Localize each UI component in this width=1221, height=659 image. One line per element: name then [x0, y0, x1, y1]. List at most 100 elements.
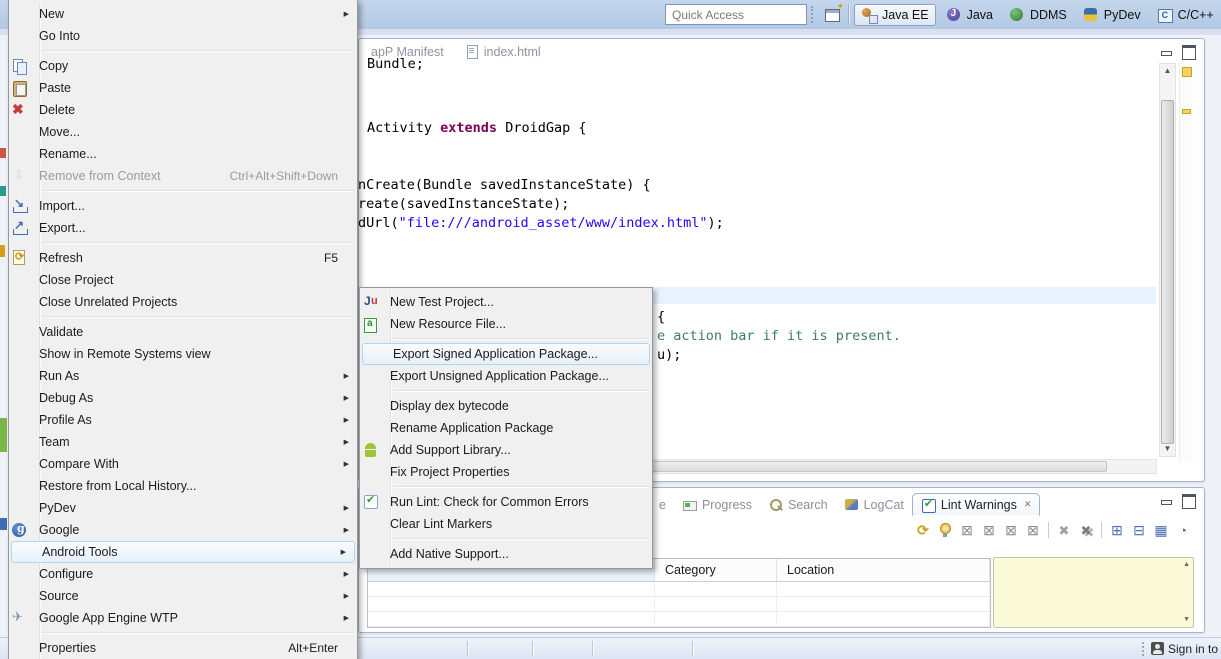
context-menu-item-source[interactable]: Source ▶ — [9, 585, 357, 607]
vertical-scrollbar[interactable]: ▲ ▼ — [1159, 63, 1176, 457]
perspective-java[interactable]: Java — [940, 4, 999, 26]
google-signin-icon[interactable] — [1151, 642, 1164, 655]
ignore-check-icon[interactable] — [956, 519, 978, 541]
submenu-arrow-icon: ▶ — [343, 417, 349, 424]
table-cell — [368, 597, 655, 611]
context-menu-item-debug-as[interactable]: Debug As ▶ — [9, 387, 357, 409]
context-menu-item-android-tools[interactable]: Android Tools ▶ — [11, 541, 355, 563]
submenu-separator — [393, 486, 649, 488]
annotation-marker[interactable] — [1182, 109, 1191, 114]
submenu-item-new-test-project[interactable]: New Test Project... — [360, 291, 652, 313]
quick-fix-icon[interactable] — [934, 519, 956, 541]
open-perspective-icon[interactable] — [824, 1, 844, 23]
remove-marker-icon[interactable] — [1053, 519, 1075, 541]
context-menu-item-properties[interactable]: Properties Alt+Enter — [9, 637, 357, 659]
scroll-down-icon[interactable]: ▼ — [1160, 442, 1175, 456]
options-icon[interactable] — [1172, 519, 1194, 541]
context-menu-item-go-into[interactable]: Go Into — [9, 25, 357, 47]
submenu-item-new-resource-file[interactable]: New Resource File... — [360, 313, 652, 335]
signin-link[interactable]: Sign in to Goog — [1168, 642, 1221, 656]
submenu-item-add-native-support[interactable]: Add Native Support... — [360, 543, 652, 565]
context-menu-item-validate[interactable]: Validate — [9, 321, 357, 343]
context-menu-item-new[interactable]: New ▶ — [9, 3, 357, 25]
blank-icon — [10, 455, 30, 473]
ignore-file-icon[interactable] — [978, 519, 1000, 541]
editor-tab-index-html[interactable]: index.html — [454, 41, 551, 63]
submenu-item-run-lint-check-for-common-errors[interactable]: Run Lint: Check for Common Errors — [360, 491, 652, 513]
blank-icon — [10, 639, 30, 657]
context-menu-item-import[interactable]: Import... — [9, 195, 357, 217]
context-menu-item-delete[interactable]: Delete — [9, 99, 357, 121]
context-menu-item-team[interactable]: Team ▶ — [9, 431, 357, 453]
table-row[interactable] — [368, 612, 990, 627]
submenu-arrow-icon: ▶ — [343, 571, 349, 578]
refresh-lint-icon[interactable] — [912, 519, 934, 541]
table-row[interactable] — [368, 597, 990, 612]
bottom-tab-progress[interactable]: Progress — [674, 493, 760, 516]
maximize-icon[interactable] — [1180, 492, 1196, 509]
perspective-java-ee[interactable]: Java EE — [854, 4, 936, 26]
close-icon[interactable]: ✕ — [1024, 499, 1032, 510]
maximize-icon[interactable] — [1180, 43, 1196, 60]
code-segment: nCreate(Bundle savedInstanceState) { — [358, 177, 651, 193]
ignore-folder-icon[interactable] — [1000, 519, 1022, 541]
submenu-item-export-unsigned-application-package[interactable]: Export Unsigned Application Package... — [360, 365, 652, 387]
submenu-item-rename-application-package[interactable]: Rename Application Package — [360, 417, 652, 439]
context-menu-item-google-app-engine-wtp[interactable]: Google App Engine WTP ▶ — [9, 607, 357, 629]
context-menu-item-configure[interactable]: Configure ▶ — [9, 563, 357, 585]
table-row[interactable] — [368, 582, 990, 597]
bottom-tab-search[interactable]: Search — [760, 493, 836, 516]
submenu-item-fix-project-properties[interactable]: Fix Project Properties — [360, 461, 652, 483]
context-menu-item-label: Google — [39, 523, 80, 537]
toolbar-separator — [1048, 522, 1049, 538]
bottom-tab-lint-warnings[interactable]: Lint Warnings ✕ — [911, 493, 1041, 516]
lint-table-body — [368, 582, 990, 627]
submenu-item-display-dex-bytecode[interactable]: Display dex bytecode — [360, 395, 652, 417]
context-menu-item-remove-from-context[interactable]: Remove from Context Ctrl+Alt+Shift+Down — [9, 165, 357, 187]
perspective-pydev[interactable]: PyDev — [1077, 4, 1147, 26]
context-menu-item-run-as[interactable]: Run As ▶ — [9, 365, 357, 387]
collapse-all-icon[interactable] — [1128, 519, 1150, 541]
submenu-item-add-support-library[interactable]: Add Support Library... — [360, 439, 652, 461]
minimize-icon[interactable] — [1158, 43, 1174, 58]
quick-access-input[interactable] — [665, 4, 807, 25]
context-menu-item-copy[interactable]: Copy — [9, 55, 357, 77]
context-menu-item-move[interactable]: Move... — [9, 121, 357, 143]
column-header-category[interactable]: Category — [655, 559, 777, 582]
context-menu-item-show-in-remote-systems-view[interactable]: Show in Remote Systems view — [9, 343, 357, 365]
column-header-location[interactable]: Location — [777, 559, 990, 582]
minimize-icon[interactable] — [1158, 492, 1174, 507]
context-menu-item-profile-as[interactable]: Profile As ▶ — [9, 409, 357, 431]
context-menu-item-pydev[interactable]: PyDev ▶ — [9, 497, 357, 519]
submenu-item-clear-lint-markers[interactable]: Clear Lint Markers — [360, 513, 652, 535]
context-menu-item-paste[interactable]: Paste — [9, 77, 357, 99]
context-menu-separator — [42, 632, 354, 634]
scrollbar-thumb[interactable] — [1161, 100, 1174, 444]
scroll-down-icon[interactable]: ▼ — [1183, 616, 1190, 624]
context-menu-item-close-unrelated-projects[interactable]: Close Unrelated Projects — [9, 291, 357, 313]
columns-icon[interactable] — [1150, 519, 1172, 541]
context-menu-item-export[interactable]: Export... — [9, 217, 357, 239]
context-menu-item-google[interactable]: Google ▶ — [9, 519, 357, 541]
annotation-marker[interactable] — [1182, 67, 1192, 77]
scroll-up-icon[interactable]: ▲ — [1183, 561, 1190, 569]
context-menu-item-refresh[interactable]: Refresh F5 — [9, 247, 357, 269]
context-menu-item-rename[interactable]: Rename... — [9, 143, 357, 165]
submenu-separator — [393, 538, 649, 540]
lint-detail-textarea[interactable]: ▲ ▼ — [993, 557, 1194, 628]
code-segment: Activity — [367, 120, 441, 136]
expand-all-icon[interactable] — [1106, 519, 1128, 541]
context-menu-item-restore-from-local-history[interactable]: Restore from Local History... — [9, 475, 357, 497]
overview-ruler[interactable] — [1179, 63, 1193, 461]
submenu-item-export-signed-application-package[interactable]: Export Signed Application Package... — [362, 343, 650, 365]
context-menu-item-close-project[interactable]: Close Project — [9, 269, 357, 291]
blank-icon — [10, 565, 30, 583]
context-menu-item-compare-with[interactable]: Compare With ▶ — [9, 453, 357, 475]
bottom-tab-logcat[interactable]: LogCat — [836, 493, 912, 516]
perspective-ddms[interactable]: DDMS — [1003, 4, 1073, 26]
remove-all-markers-icon[interactable] — [1075, 519, 1097, 541]
perspective-c-c[interactable]: C/C++ — [1151, 4, 1220, 26]
scroll-up-icon[interactable]: ▲ — [1160, 64, 1175, 78]
bottom-tab-e[interactable]: e — [651, 493, 674, 516]
ignore-project-icon[interactable] — [1022, 519, 1044, 541]
